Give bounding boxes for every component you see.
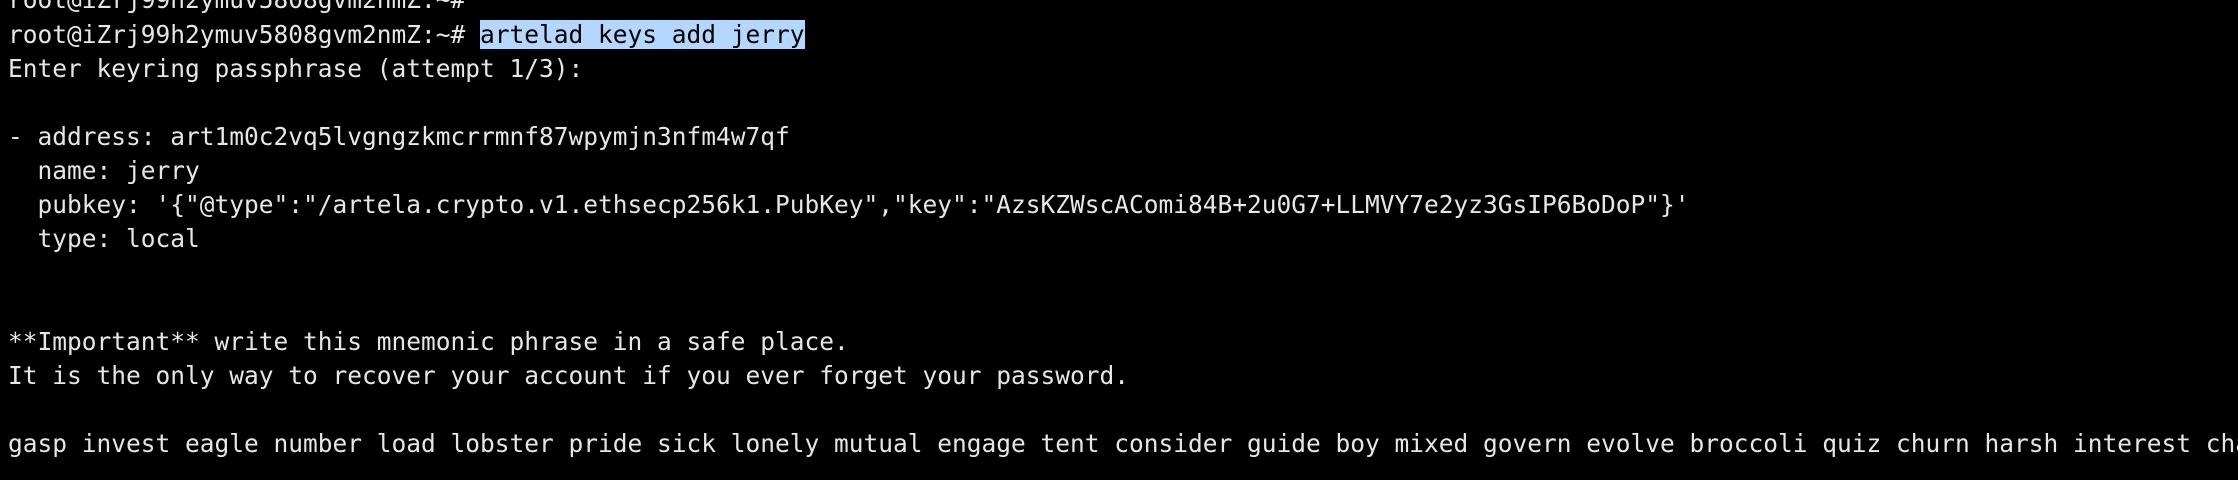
previous-prompt-line: root@iZrj99h2ymuv5808gvm2nmZ:~# (8, 0, 465, 17)
name-line: name: jerry (8, 156, 200, 185)
shell-prompt: root@iZrj99h2ymuv5808gvm2nmZ:~# (8, 20, 481, 49)
terminal-window[interactable]: root@iZrj99h2ymuv5808gvm2nmZ:~# root@iZr… (0, 0, 2238, 480)
type-line: type: local (8, 224, 200, 253)
mnemonic-line: gasp invest eagle number load lobster pr… (8, 429, 2238, 458)
command-line: root@iZrj99h2ymuv5808gvm2nmZ:~# artelad … (8, 18, 805, 52)
important-notice-line: **Important** write this mnemonic phrase… (8, 327, 849, 356)
address-line: - address: art1m0c2vq5lvgngzkmcrrmnf87wp… (8, 122, 790, 151)
selected-command-text[interactable]: artelad keys add jerry (480, 20, 805, 49)
pubkey-line: pubkey: '{"@type":"/artela.crypto.v1.eth… (8, 190, 1690, 219)
passphrase-prompt-line: Enter keyring passphrase (attempt 1/3): (8, 54, 584, 83)
recover-notice-line: It is the only way to recover your accou… (8, 361, 1130, 390)
